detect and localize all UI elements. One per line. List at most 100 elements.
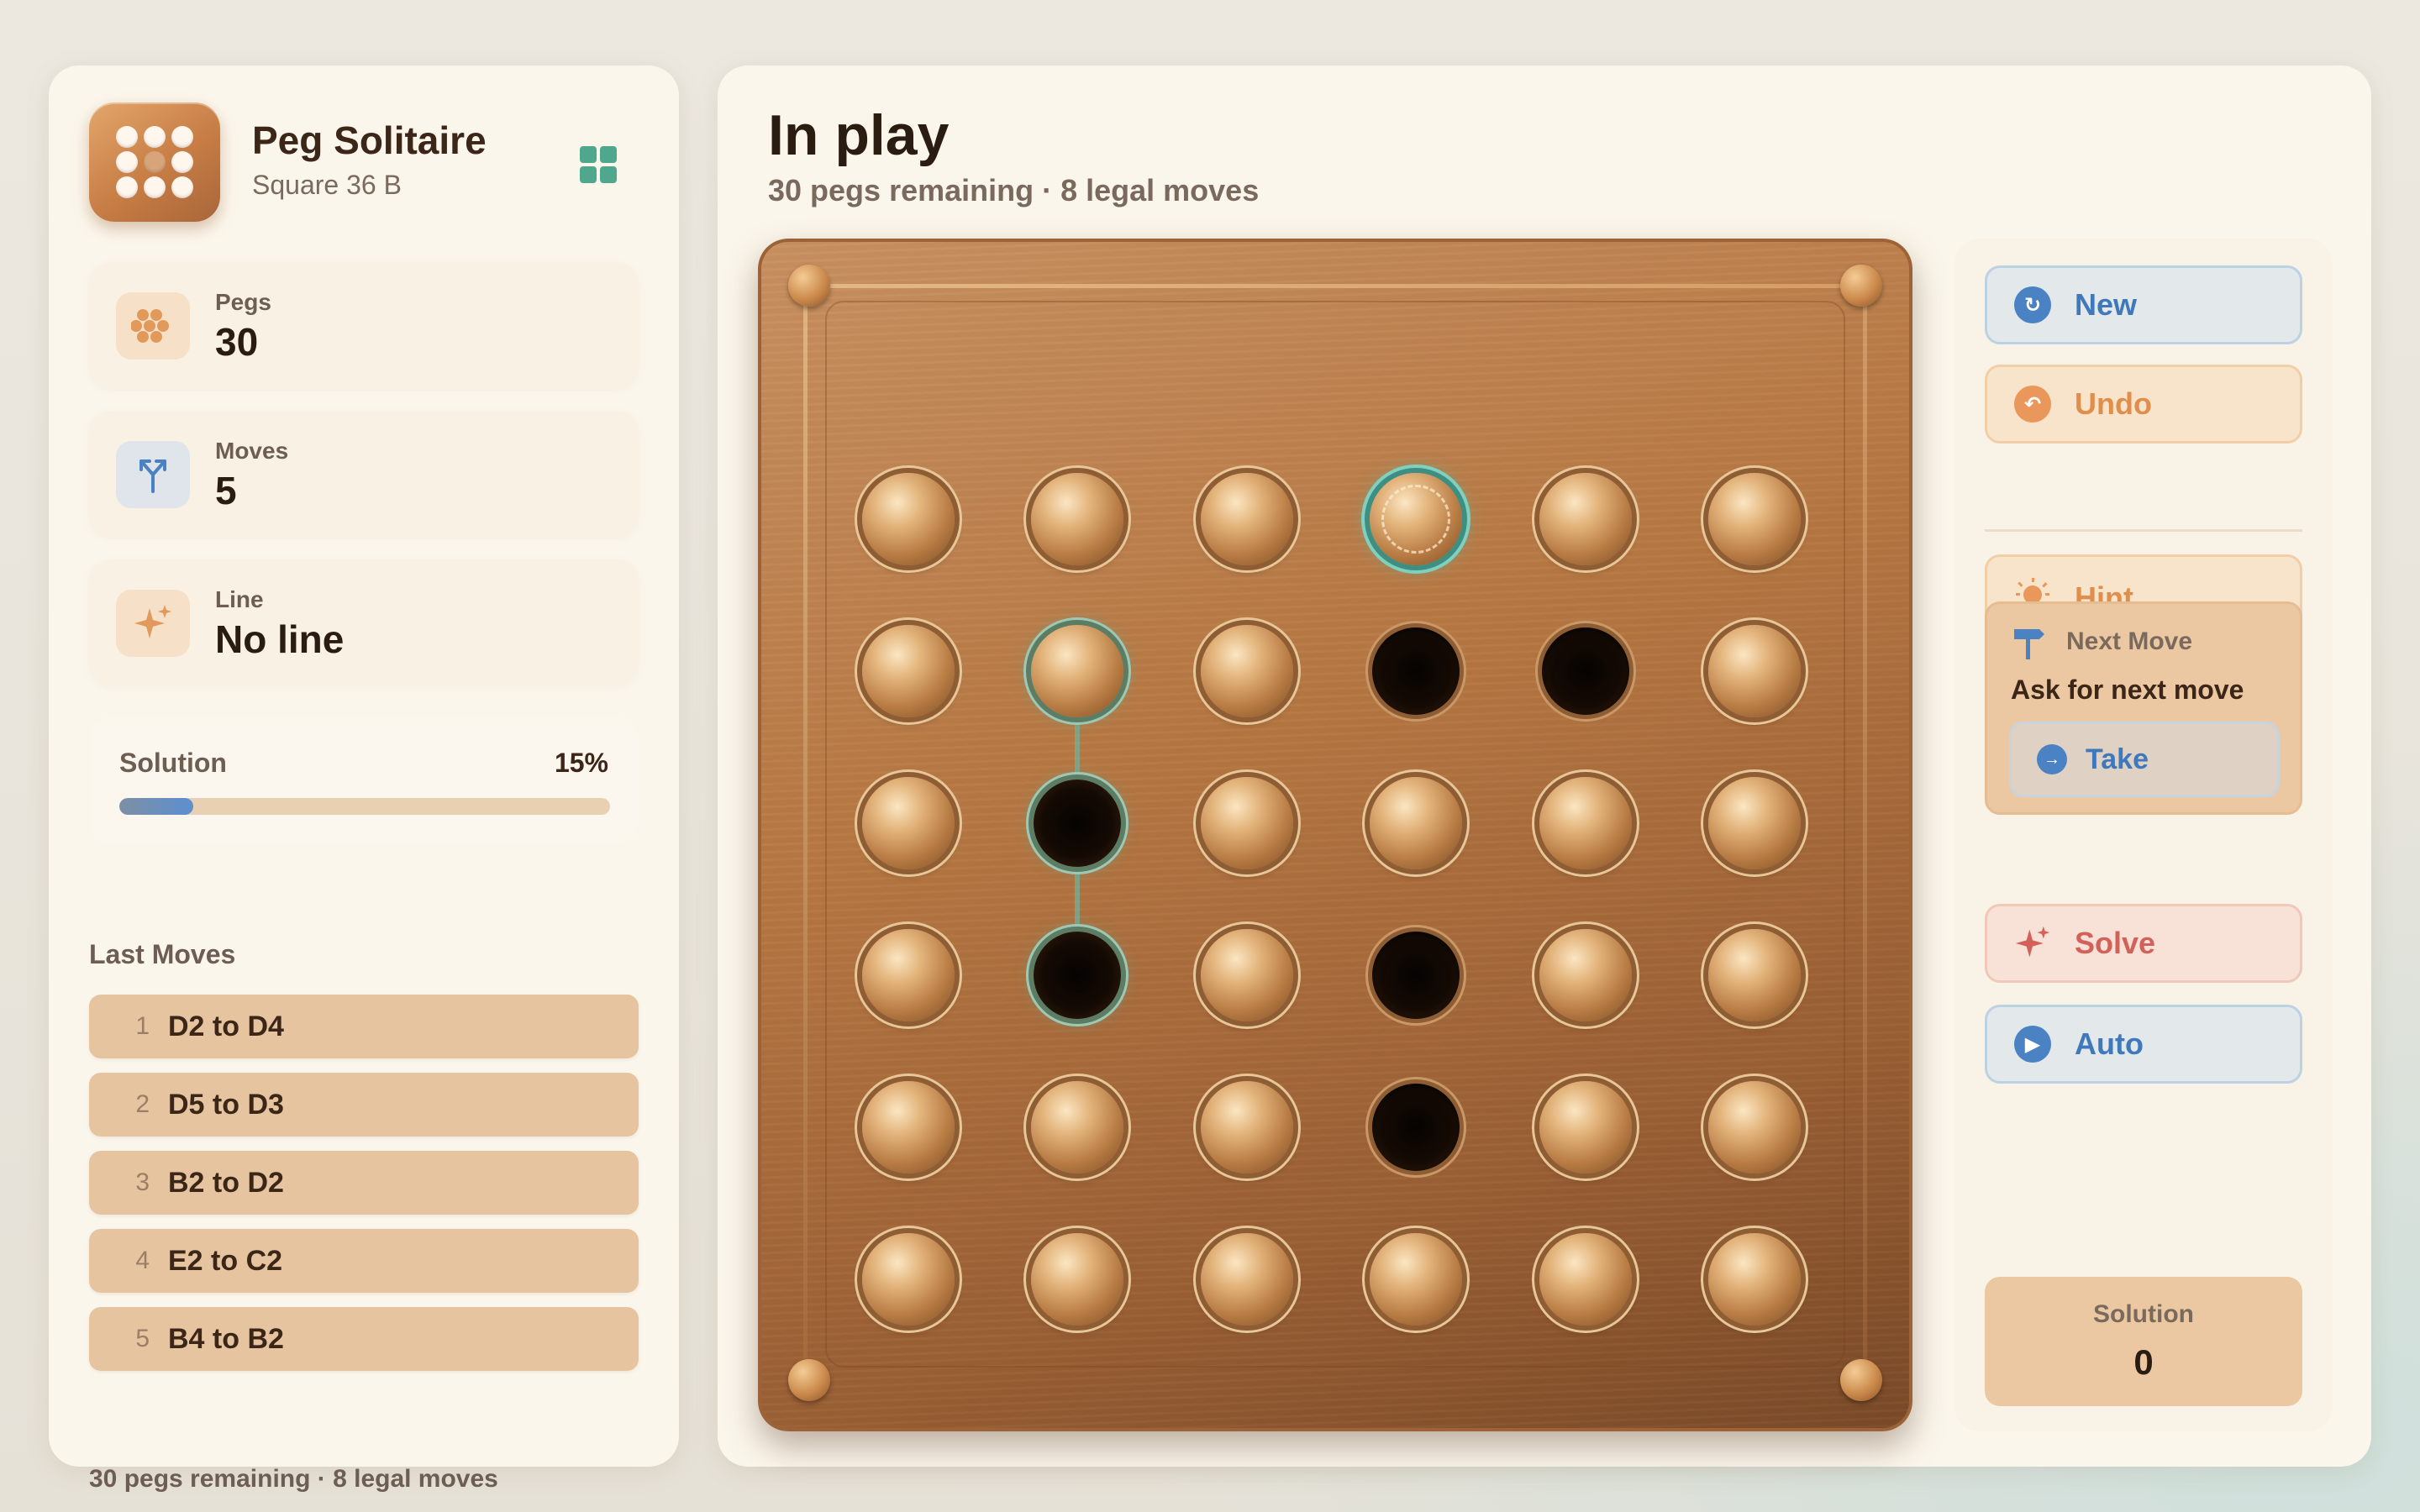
peg[interactable] xyxy=(1708,473,1801,565)
play-icon: ▶ xyxy=(2014,1026,2051,1063)
solve-button[interactable]: Solve xyxy=(1985,904,2302,983)
sparkle-icon xyxy=(2014,925,2051,962)
move-number: 3 xyxy=(135,1168,150,1196)
undo-label: Undo xyxy=(2075,386,2152,421)
controls-divider xyxy=(1985,529,2302,532)
moves-stat-card: Moves 5 xyxy=(89,411,639,537)
peg[interactable] xyxy=(1539,1081,1632,1173)
app-icon xyxy=(89,102,220,222)
game-board xyxy=(758,239,1912,1431)
peg[interactable] xyxy=(1200,1081,1293,1173)
solution-counter-label: Solution xyxy=(2093,1300,2194,1328)
auto-play-button[interactable]: ▶ Auto xyxy=(1985,1005,2302,1084)
solve-label: Solve xyxy=(2075,926,2156,960)
solution-progress-card: Solution 15% xyxy=(89,717,639,843)
next-move-card: Next Move Ask for next move → Take xyxy=(1985,601,2302,815)
move-number: 4 xyxy=(135,1247,150,1274)
empty-hole[interactable] xyxy=(1372,932,1460,1019)
move-history-item[interactable]: 3 B2 to D2 xyxy=(89,1151,639,1215)
move-number: 1 xyxy=(135,1012,150,1040)
peg[interactable] xyxy=(1370,473,1463,565)
peg[interactable] xyxy=(1708,625,1801,717)
new-game-label: New xyxy=(2075,287,2138,322)
peg[interactable] xyxy=(1539,929,1632,1021)
peg[interactable] xyxy=(1031,1233,1124,1326)
peg[interactable] xyxy=(1708,1233,1801,1326)
empty-hole[interactable] xyxy=(1372,627,1460,715)
peg[interactable] xyxy=(1200,1233,1293,1326)
solution-progress-label: Solution xyxy=(119,748,227,778)
solution-progress-percent: 15% xyxy=(554,748,608,778)
sidebar-status: 30 pegs remaining · 8 legal moves xyxy=(89,1465,498,1493)
empty-hole[interactable] xyxy=(1541,627,1629,715)
moves-label: Moves xyxy=(215,438,289,464)
next-move-description: Ask for next move xyxy=(2011,675,2244,705)
move-text: D5 to D3 xyxy=(168,1088,284,1121)
peg[interactable] xyxy=(1539,1233,1632,1326)
solution-progress-bar xyxy=(119,798,610,815)
pegs-stat-card: Pegs 30 xyxy=(89,262,639,388)
peg[interactable] xyxy=(1370,777,1463,869)
pegs-label: Pegs xyxy=(215,289,271,315)
move-history-item[interactable]: 4 E2 to C2 xyxy=(89,1229,639,1293)
move-number: 5 xyxy=(135,1325,150,1352)
peg[interactable] xyxy=(1200,625,1293,717)
move-history-item[interactable]: 5 B4 to B2 xyxy=(89,1307,639,1371)
line-label: Line xyxy=(215,586,264,612)
controls-panel: ↻ New ↶ Undo Hint Next Move Ask for next… xyxy=(1954,239,2333,1431)
undo-button[interactable]: ↶ Undo xyxy=(1985,365,2302,444)
peg[interactable] xyxy=(862,1233,955,1326)
fork-arrows-icon xyxy=(116,441,190,508)
move-number: 2 xyxy=(135,1090,150,1118)
pegs-value: 30 xyxy=(215,320,259,364)
empty-hole[interactable] xyxy=(1034,932,1122,1019)
peg[interactable] xyxy=(862,473,955,565)
peg[interactable] xyxy=(1708,1081,1801,1173)
arrow-right-circle-icon: → xyxy=(2037,744,2067,774)
take-move-button[interactable]: → Take xyxy=(2009,722,2280,797)
empty-hole[interactable] xyxy=(1372,1084,1460,1171)
peg[interactable] xyxy=(862,929,955,1021)
move-history-item[interactable]: 2 D5 to D3 xyxy=(89,1073,639,1137)
peg[interactable] xyxy=(1708,929,1801,1021)
peg[interactable] xyxy=(1031,1081,1124,1173)
auto-label: Auto xyxy=(2075,1026,2144,1061)
game-status: 30 pegs remaining · 8 legal moves xyxy=(768,173,1260,207)
solution-counter: Solution 0 xyxy=(1985,1277,2302,1406)
peg[interactable] xyxy=(1031,625,1124,717)
line-stat-card: Line No line xyxy=(89,559,639,685)
solution-progress-fill xyxy=(119,798,193,815)
peg[interactable] xyxy=(1200,929,1293,1021)
move-text: B2 to D2 xyxy=(168,1166,284,1199)
peg[interactable] xyxy=(1031,473,1124,565)
signpost-icon xyxy=(2012,627,2046,664)
page-title: In play xyxy=(768,103,950,167)
restart-icon: ↻ xyxy=(2014,286,2051,323)
grid-view-icon[interactable] xyxy=(580,146,618,185)
sparkle-icon xyxy=(116,590,190,657)
empty-hole[interactable] xyxy=(1034,780,1122,867)
new-game-button[interactable]: ↻ New xyxy=(1985,265,2302,344)
move-text: D2 to D4 xyxy=(168,1010,284,1042)
peg[interactable] xyxy=(1370,1233,1463,1326)
peg[interactable] xyxy=(862,1081,955,1173)
peg[interactable] xyxy=(1708,777,1801,869)
peg[interactable] xyxy=(1200,473,1293,565)
peg[interactable] xyxy=(1200,777,1293,869)
next-move-title: Next Move xyxy=(2066,627,2193,655)
last-moves-title: Last Moves xyxy=(89,939,236,969)
peg[interactable] xyxy=(1539,777,1632,869)
board-variant: Square 36 B xyxy=(252,170,402,200)
moves-value: 5 xyxy=(215,469,237,512)
peg[interactable] xyxy=(1539,473,1632,565)
last-moves-list: 1 D2 to D4 2 D5 to D3 3 B2 to D2 4 E2 to C2 5 B4 … xyxy=(89,995,639,1385)
undo-icon: ↶ xyxy=(2014,386,2051,423)
peg[interactable] xyxy=(862,625,955,717)
app-title: Peg Solitaire xyxy=(252,118,487,162)
pegs-icon xyxy=(116,292,190,360)
move-history-item[interactable]: 1 D2 to D4 xyxy=(89,995,639,1058)
peg[interactable] xyxy=(862,777,955,869)
peg-grid xyxy=(758,239,1912,1431)
line-value: No line xyxy=(215,617,345,661)
move-text: E2 to C2 xyxy=(168,1244,283,1277)
